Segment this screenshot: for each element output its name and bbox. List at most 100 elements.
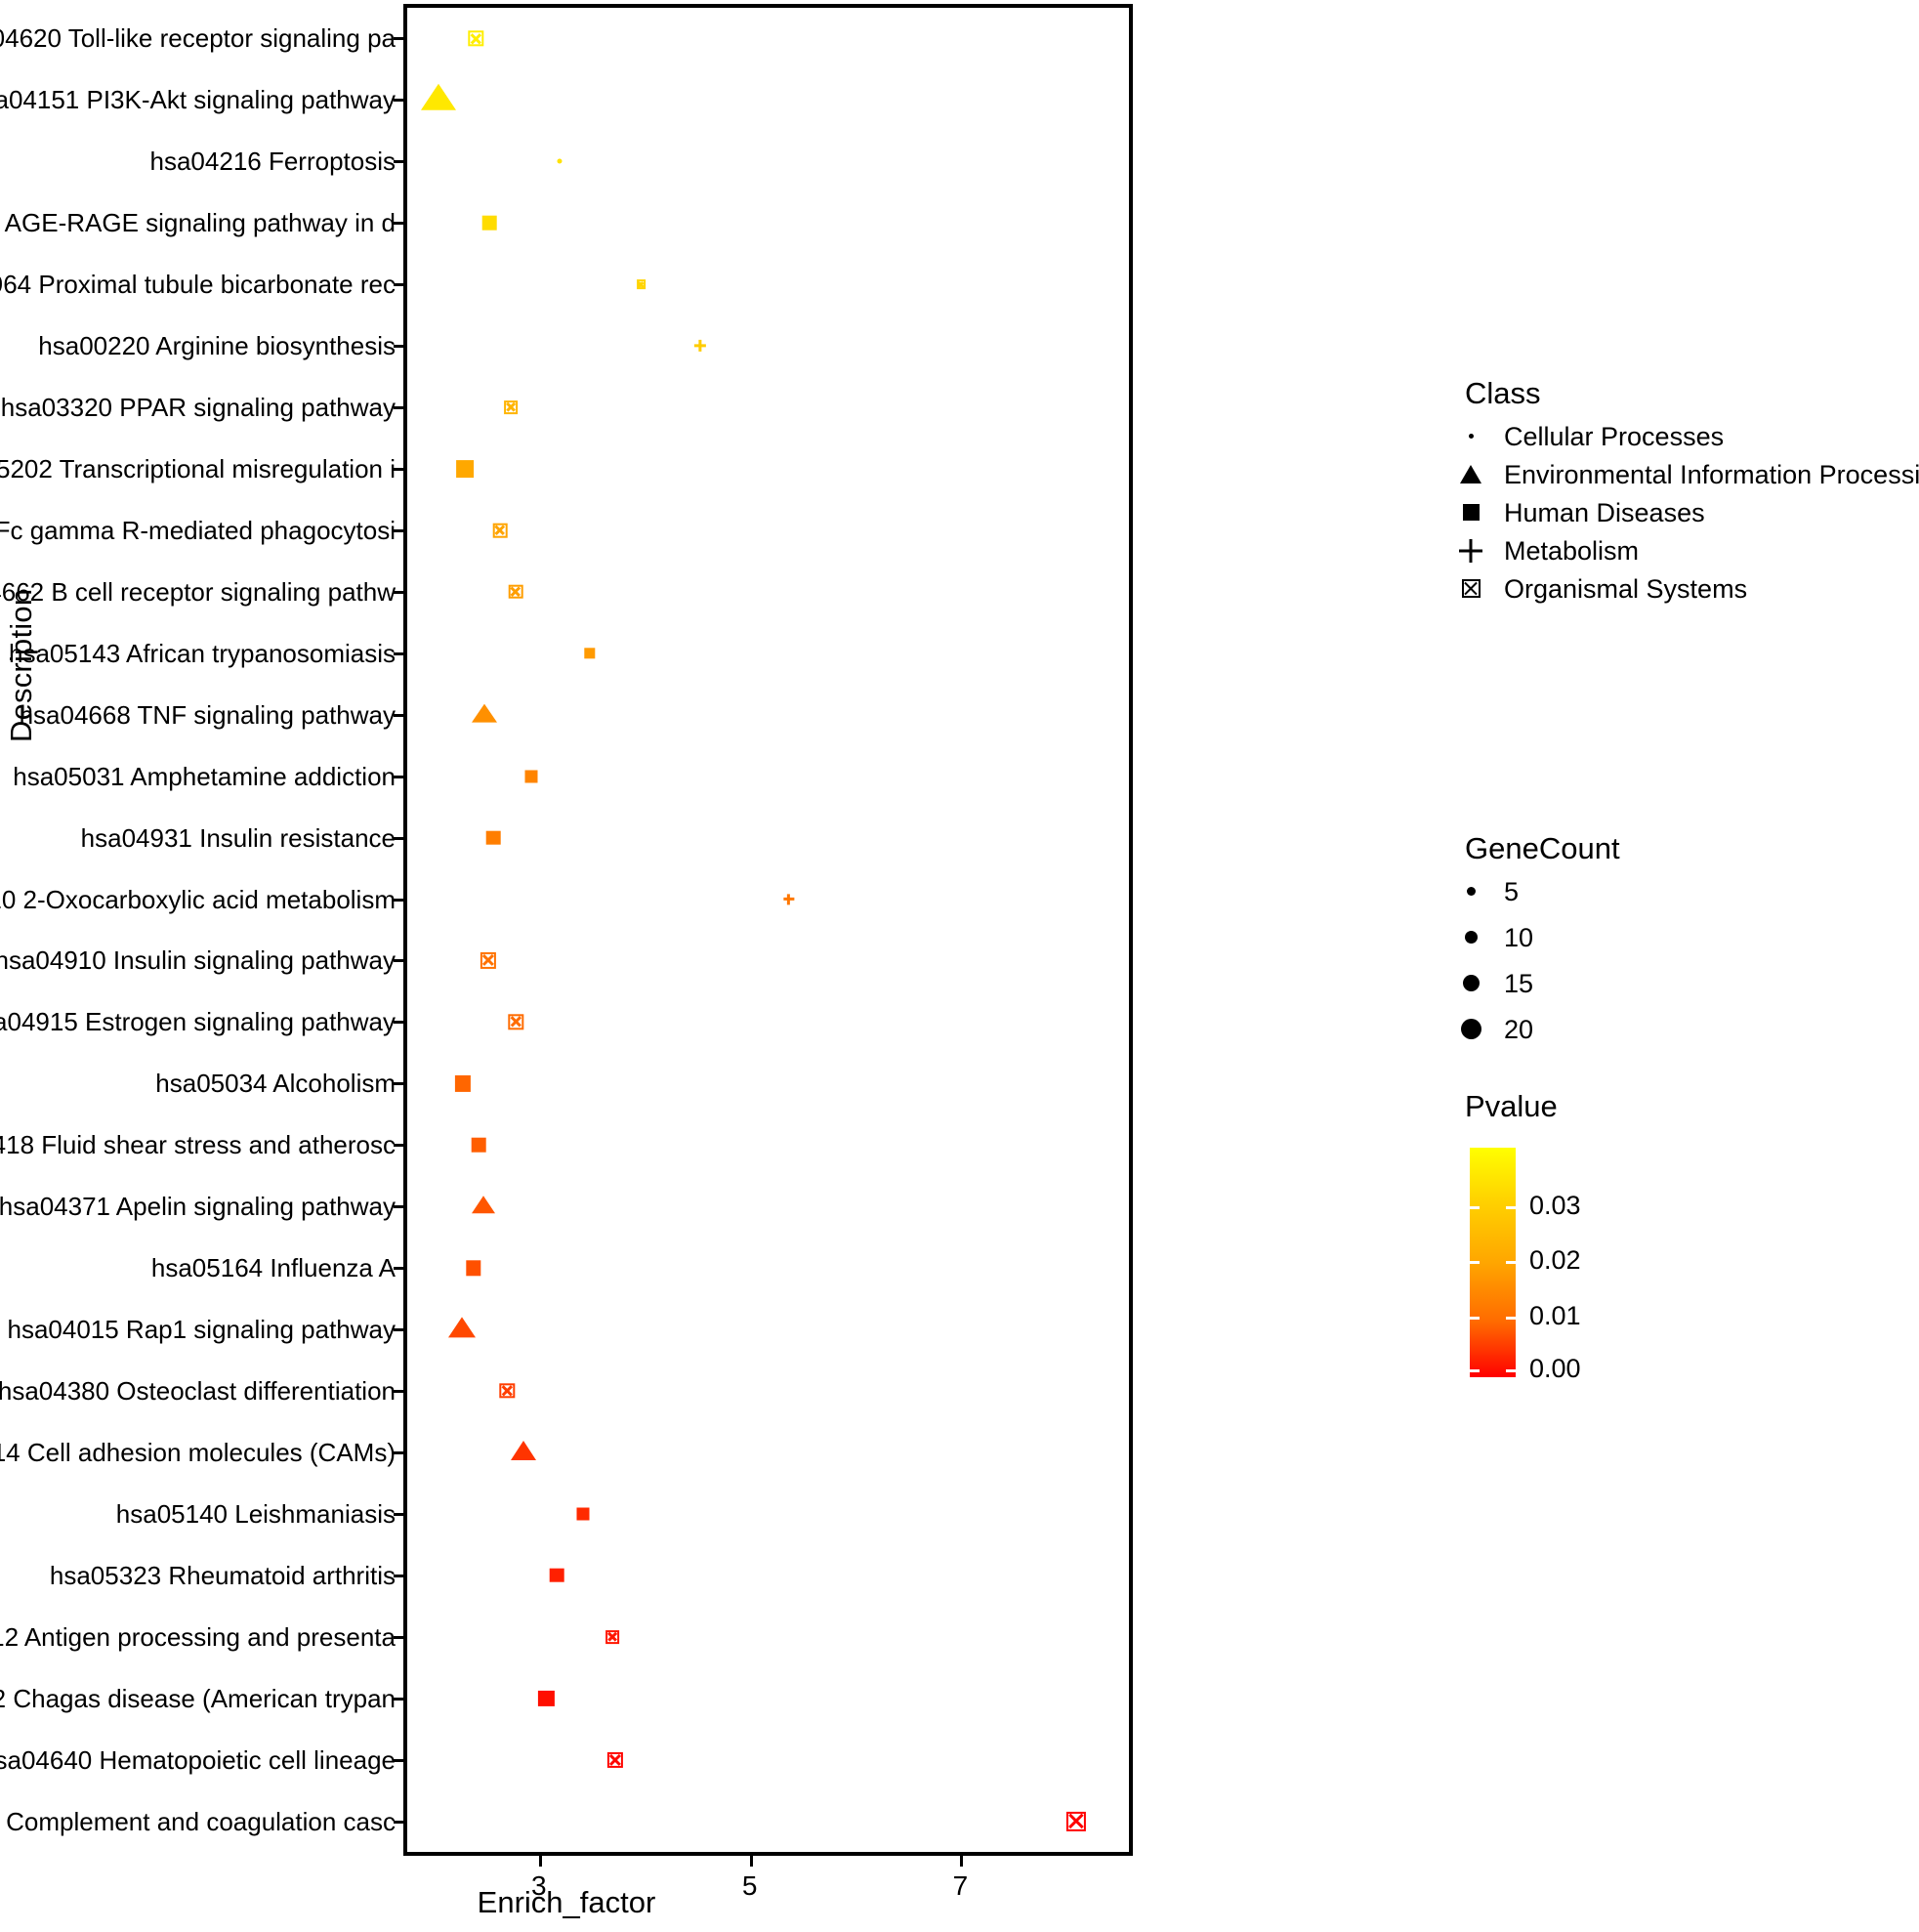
genecount-dot-icon	[1466, 887, 1476, 897]
y-axis-label: hsa04640 Hematopoietic cell lineage	[0, 1744, 396, 1775]
x-axis-tick-label: 3	[531, 1870, 547, 1901]
legend: Class Cellular Processes Environmental In…	[1443, 0, 1919, 1932]
x-axis-tick	[960, 1856, 964, 1867]
legend-genecount-label: 10	[1504, 923, 1534, 952]
y-axis-tick	[394, 1820, 404, 1824]
y-axis-tick	[394, 1574, 404, 1577]
legend-class-label: Human Diseases	[1504, 498, 1705, 527]
colorbar-tick-label: 0.00	[1529, 1353, 1581, 1383]
y-axis-tick	[394, 1021, 404, 1025]
crossed-box-glyph	[510, 1017, 521, 1028]
crossed-box-glyph	[607, 1632, 617, 1642]
y-axis-label: hsa04964 Proximal tubule bicarbonate rec	[0, 270, 396, 300]
y-axis-label: hsa01210 2-Oxocarboxylic acid metabolism	[0, 884, 396, 914]
y-axis-label: hsa04216 Ferroptosis	[149, 147, 396, 177]
y-axis-tick	[394, 1328, 404, 1332]
y-axis-label: hsa04371 Apelin signaling pathway	[0, 1192, 396, 1222]
crossed-box-glyph	[1068, 1813, 1084, 1828]
genecount-dot-icon	[1460, 1019, 1481, 1040]
y-axis-label: hsa05418 Fluid shear stress and atherosc	[0, 1130, 396, 1160]
data-point-organismal-systems	[605, 1629, 620, 1644]
kegg-enrichment-dotplot: Description Enrich_factor hsa04620 Toll-…	[0, 0, 1919, 1932]
y-axis-tick	[394, 775, 404, 778]
x-axis-tick-label: 7	[952, 1870, 969, 1901]
cellular-processes-icon	[1468, 434, 1474, 440]
data-point-organismal-systems	[492, 523, 508, 538]
crossed-box-glyph	[482, 954, 494, 966]
data-point-human-diseases	[583, 648, 596, 659]
crossed-box-glyph	[506, 402, 516, 412]
data-point-environmental-information-processing	[471, 1196, 495, 1214]
square-icon	[1462, 504, 1480, 522]
y-axis-tick	[394, 99, 404, 103]
y-axis-label: hsa05202 Transcriptional misregulation i	[0, 454, 396, 483]
colorbar-tick	[1506, 1261, 1516, 1265]
legend-genecount-label: 15	[1504, 969, 1534, 998]
y-axis-label: hsa05164 Influenza A	[150, 1253, 396, 1283]
y-axis-tick	[394, 406, 404, 410]
colorbar-tick-label: 0.01	[1529, 1300, 1581, 1330]
data-point-human-diseases	[466, 1260, 481, 1276]
y-axis-tick	[394, 651, 404, 655]
legend-class-label: Organismal Systems	[1504, 574, 1748, 604]
y-axis-tick	[394, 37, 404, 41]
data-point-human-diseases	[472, 1137, 486, 1153]
colorbar-tick-label: 0.03	[1529, 1190, 1581, 1220]
data-point-human-diseases	[576, 1507, 590, 1521]
crossed-box-glyph	[495, 525, 506, 536]
data-point-human-diseases	[524, 770, 538, 783]
crossed-box-glyph	[502, 1385, 513, 1396]
y-axis-label: hsa04380 Osteoclast differentiation	[0, 1376, 396, 1406]
genecount-dot-icon	[1462, 975, 1480, 992]
legend-genecount-title: GeneCount	[1465, 831, 1620, 865]
plot-panel	[403, 4, 1133, 1856]
data-point-cellular-processes	[557, 158, 563, 164]
colorbar-tick	[1506, 1368, 1516, 1372]
y-axis-tick	[394, 1390, 404, 1393]
y-axis-tick	[394, 468, 404, 471]
y-axis-tick	[394, 590, 404, 594]
legend-genecount-label: 5	[1504, 877, 1520, 906]
y-axis-label: hsa04666 Fc gamma R-mediated phagocytosi	[0, 515, 396, 545]
y-axis-label: hsa04910 Insulin signaling pathway	[0, 945, 396, 976]
legend-class-label: Cellular Processes	[1504, 422, 1725, 451]
y-axis-label: hsa05031 Amphetamine addiction	[13, 761, 396, 791]
y-axis-label: hsa04514 Cell adhesion molecules (CAMs)	[0, 1437, 396, 1467]
data-point-human-diseases	[455, 1075, 472, 1092]
data-point-metabolism	[783, 894, 794, 904]
data-point-organismal-systems	[499, 1383, 516, 1399]
legend-genecount-label: 20	[1504, 1015, 1534, 1044]
y-axis-tick	[394, 1635, 404, 1639]
y-axis-tick	[394, 222, 404, 226]
x-axis-tick	[538, 1856, 542, 1867]
y-axis-label: hsa04915 Estrogen signaling pathway	[0, 1007, 396, 1037]
y-axis-label: hsa04668 TNF signaling pathway	[19, 699, 396, 730]
legend-class-label: Environmental Information Processing	[1504, 460, 1919, 489]
legend-pvalue-title: Pvalue	[1465, 1089, 1558, 1123]
y-axis-tick	[394, 1758, 404, 1762]
y-axis-label: hsa04612 Antigen processing and presenta	[0, 1621, 396, 1652]
data-point-organismal-systems	[606, 1751, 623, 1768]
colorbar-tick	[1506, 1316, 1516, 1320]
y-axis-label: hsa04015 Rap1 signaling pathway	[7, 1315, 396, 1345]
y-axis-tick	[394, 160, 404, 164]
data-point-organismal-systems	[508, 584, 523, 600]
y-axis-tick	[394, 1450, 404, 1454]
y-axis-tick	[394, 1144, 404, 1148]
x-axis-tick	[749, 1856, 753, 1867]
data-point-human-diseases	[549, 1568, 564, 1583]
y-axis-label: hsa00220 Arginine biosynthesis	[38, 331, 396, 361]
legend-class-title: Class	[1465, 376, 1541, 410]
y-axis-tick	[394, 836, 404, 840]
data-point-organismal-systems	[636, 279, 647, 290]
y-axis-label: hsa05143 African trypanosomiasis	[8, 638, 396, 668]
data-point-human-diseases	[481, 215, 497, 231]
y-axis-label: hsa03320 PPAR signaling pathway	[0, 393, 396, 423]
data-point-organismal-systems	[468, 30, 483, 47]
genecount-dot-icon	[1464, 931, 1478, 945]
data-point-human-diseases	[538, 1690, 555, 1706]
y-axis-tick	[394, 898, 404, 902]
colorbar-tick	[1470, 1316, 1480, 1320]
y-axis-label: hsa04151 PI3K-Akt signaling pathway	[0, 85, 396, 115]
legend-class-label: Metabolism	[1504, 536, 1640, 566]
